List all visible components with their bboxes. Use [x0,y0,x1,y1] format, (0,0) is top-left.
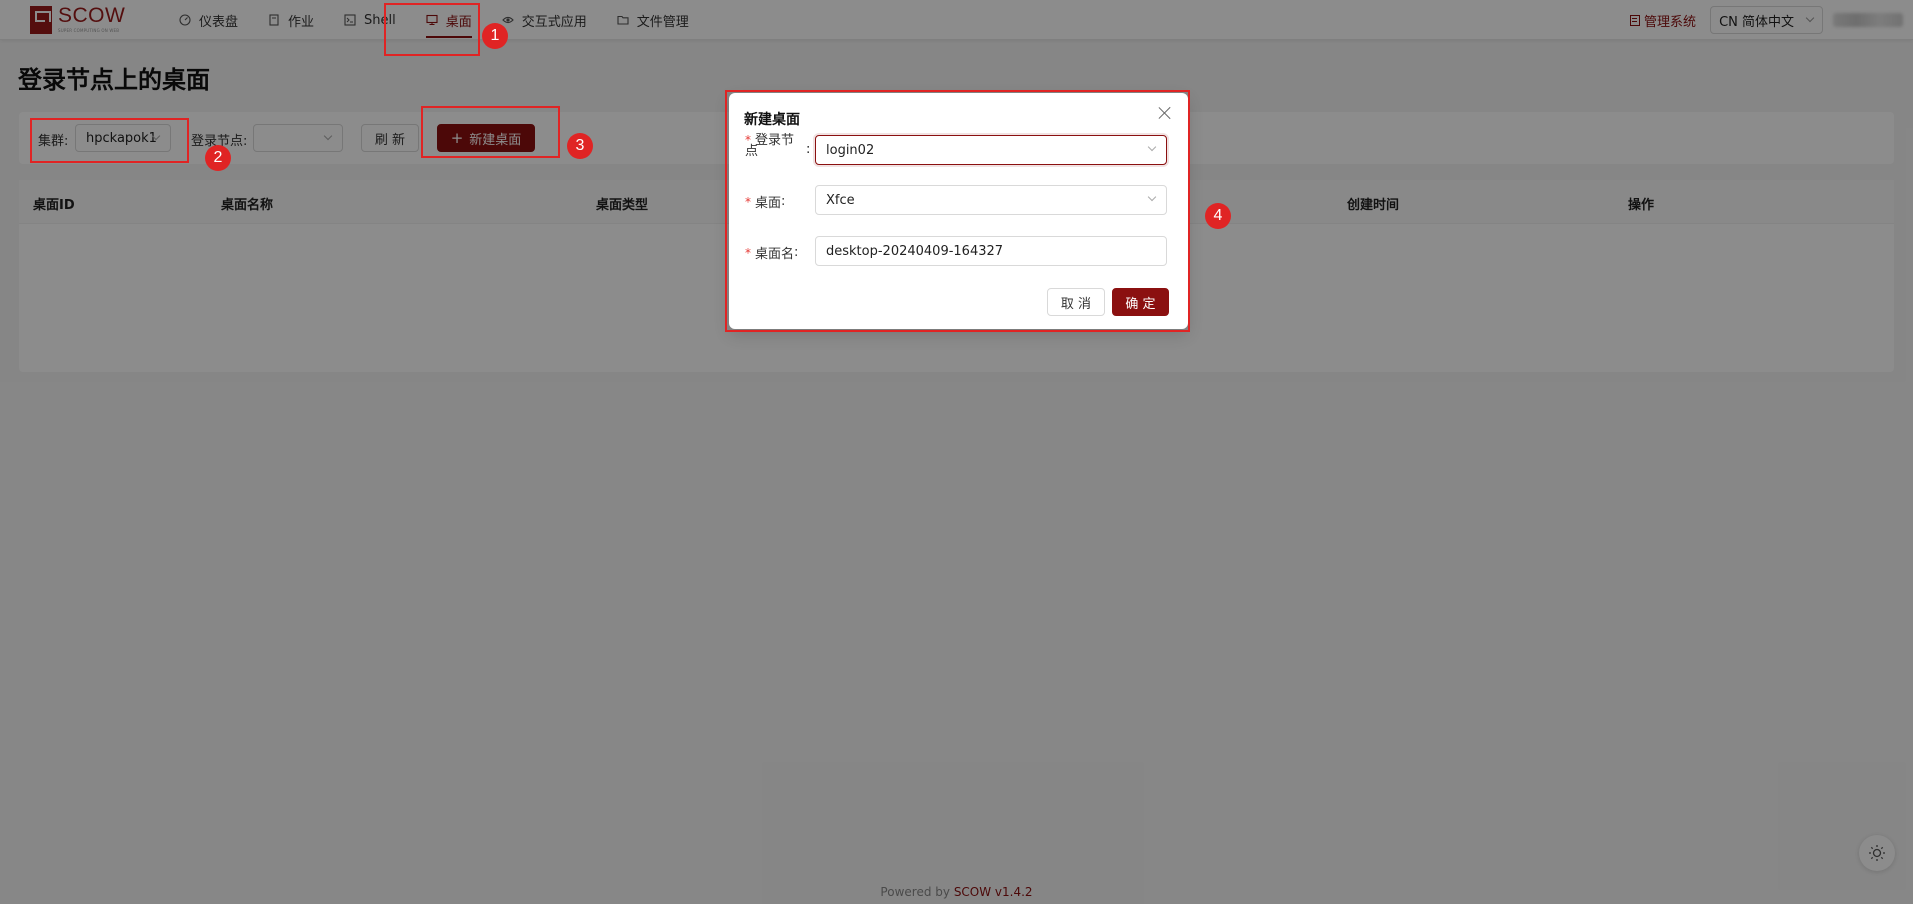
annotation-box-4 [725,90,1190,332]
annotation-box-2 [30,118,189,163]
annotation-badge-2: 2 [205,145,231,171]
annotation-badge-3: 3 [567,133,593,159]
annotation-box-1 [384,3,480,56]
annotation-badge-4: 4 [1205,203,1231,229]
annotation-badge-1: 1 [482,23,508,49]
annotation-box-3 [421,106,560,158]
